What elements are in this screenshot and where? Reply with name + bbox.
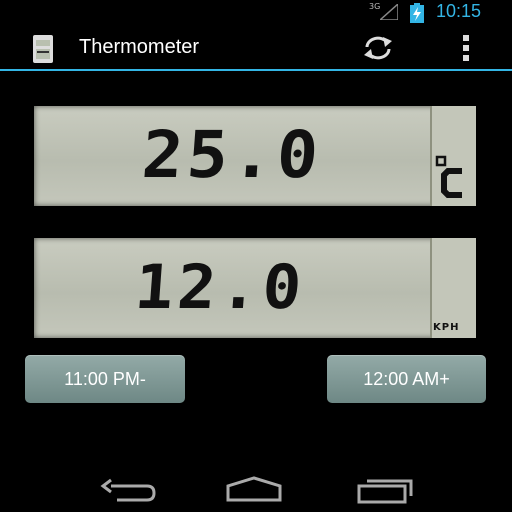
battery-charging-icon bbox=[410, 3, 424, 23]
status-bar: 3G 10:15 bbox=[0, 0, 512, 25]
status-time: 10:15 bbox=[436, 1, 482, 21]
previous-time-button[interactable]: 11:00 PM- bbox=[25, 355, 185, 403]
temperature-value: 25.0 bbox=[139, 118, 325, 194]
navigation-bar bbox=[0, 462, 512, 512]
refresh-icon bbox=[364, 36, 392, 60]
signal-icon bbox=[380, 4, 398, 20]
speed-unit: KPH bbox=[433, 322, 460, 333]
overflow-menu-button[interactable] bbox=[456, 35, 476, 61]
home-icon[interactable] bbox=[224, 474, 284, 504]
network-type: 3G bbox=[369, 2, 381, 11]
recent-apps-icon[interactable] bbox=[355, 474, 415, 504]
overflow-menu-icon bbox=[463, 35, 469, 41]
temperature-display: 25.0 bbox=[34, 106, 476, 206]
speed-display: 12.0 bbox=[34, 238, 476, 338]
action-bar: Thermometer bbox=[0, 25, 512, 71]
back-icon[interactable] bbox=[97, 474, 157, 504]
app-title: Thermometer bbox=[79, 36, 200, 58]
next-time-button[interactable]: 12:00 AM+ bbox=[327, 355, 486, 403]
speed-screen: 12.0 bbox=[34, 238, 432, 338]
refresh-button[interactable] bbox=[358, 33, 398, 63]
temperature-screen: 25.0 bbox=[34, 106, 432, 206]
speed-value: 12.0 bbox=[132, 252, 308, 324]
thermometer-app-icon bbox=[33, 35, 53, 63]
overflow-menu-icon bbox=[463, 55, 469, 61]
celsius-unit-icon bbox=[435, 155, 462, 198]
overflow-menu-icon bbox=[463, 45, 469, 51]
